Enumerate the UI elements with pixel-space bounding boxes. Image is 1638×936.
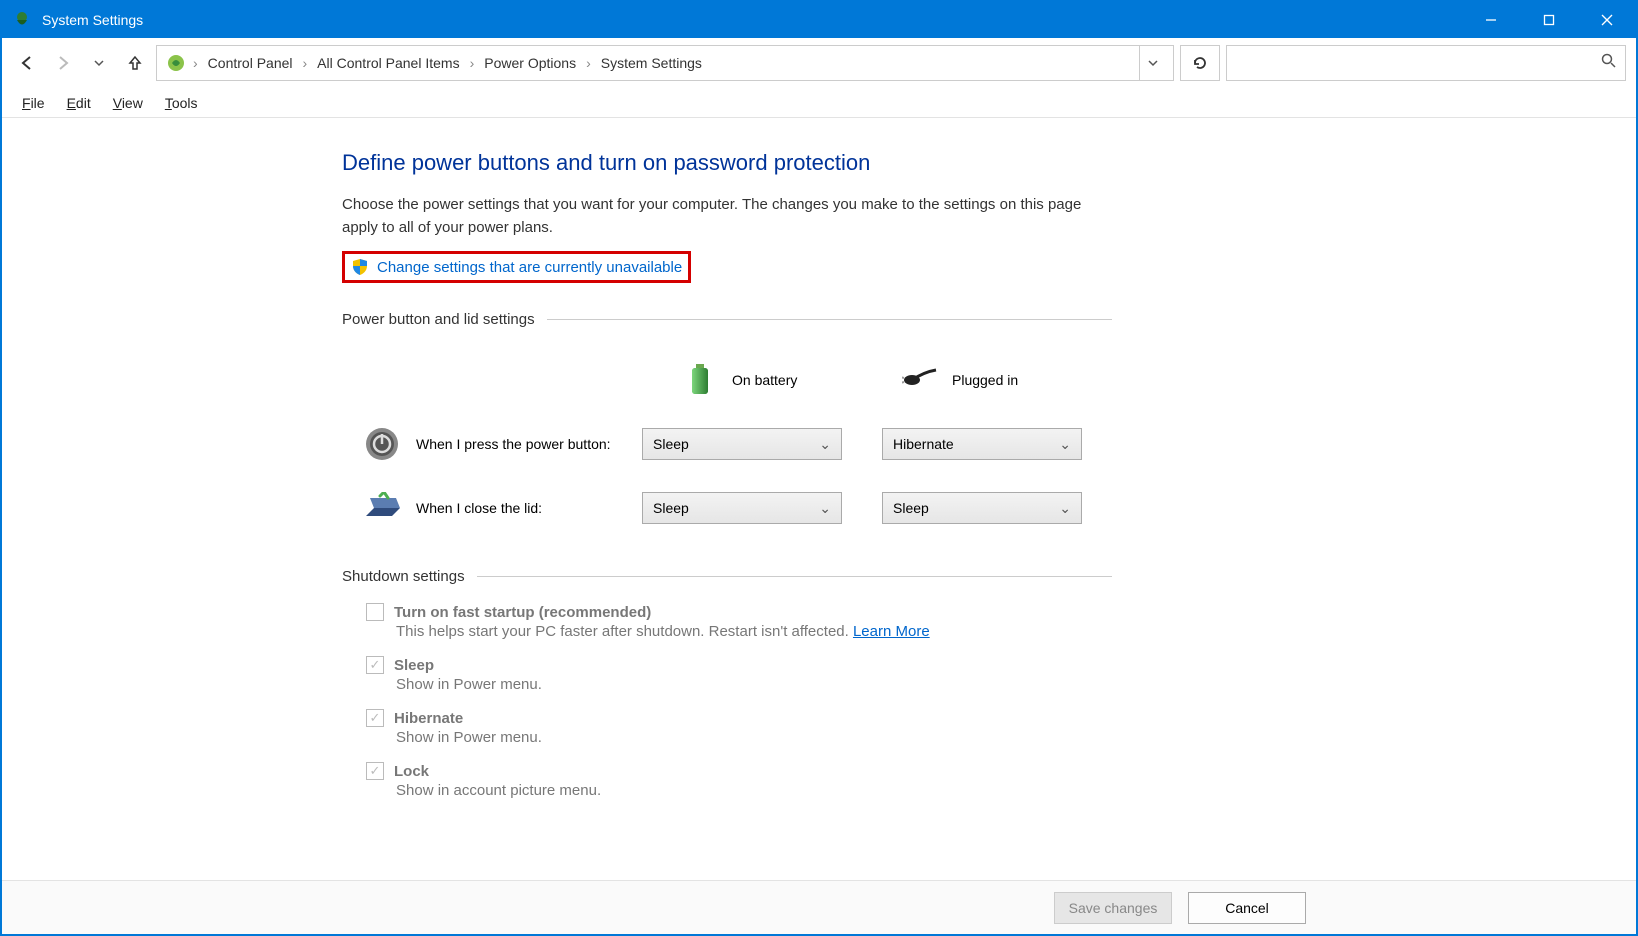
section-power-lid: Power button and lid settings [342, 311, 1112, 328]
menu-bar: File Edit View Tools [2, 88, 1636, 118]
search-icon [1601, 53, 1617, 72]
breadcrumb-item[interactable]: Control Panel [204, 51, 297, 75]
dropdown-value: Sleep [653, 436, 689, 452]
menu-view[interactable]: View [103, 91, 153, 115]
app-icon [12, 10, 32, 30]
menu-edit[interactable]: Edit [57, 91, 101, 115]
page-description: Choose the power settings that you want … [342, 194, 1112, 239]
sleep-checkbox[interactable] [366, 656, 384, 674]
menu-file[interactable]: File [12, 91, 55, 115]
change-settings-link[interactable]: Change settings that are currently unava… [377, 259, 682, 276]
menu-tools[interactable]: Tools [155, 91, 208, 115]
power-button-row-label: When I press the power button: [416, 436, 611, 452]
lock-sub: Show in account picture menu. [396, 782, 1112, 799]
plug-icon [902, 362, 938, 398]
chevron-down-icon: ⌄ [1059, 500, 1071, 517]
fast-startup-sub: This helps start your PC faster after sh… [396, 623, 1112, 640]
lid-battery-dropdown[interactable]: Sleep ⌄ [642, 492, 842, 524]
uac-link-highlight: Change settings that are currently unava… [342, 251, 691, 283]
breadcrumb-item[interactable]: Power Options [480, 51, 580, 75]
breadcrumb-item[interactable]: System Settings [597, 51, 706, 75]
chevron-down-icon: ⌄ [1059, 436, 1071, 453]
power-button-plugged-dropdown[interactable]: Hibernate ⌄ [882, 428, 1082, 460]
location-icon [165, 52, 187, 74]
footer: Save changes Cancel [2, 880, 1636, 934]
back-button[interactable] [12, 48, 42, 78]
content-area: Define power buttons and turn on passwor… [2, 120, 1636, 880]
hibernate-checkbox[interactable] [366, 709, 384, 727]
battery-icon [682, 362, 718, 398]
breadcrumb-item[interactable]: All Control Panel Items [313, 51, 463, 75]
power-button-icon [362, 424, 402, 464]
power-button-battery-dropdown[interactable]: Sleep ⌄ [642, 428, 842, 460]
hibernate-sub: Show in Power menu. [396, 729, 1112, 746]
sleep-label: Sleep [394, 657, 434, 674]
chevron-down-icon: ⌄ [819, 500, 831, 517]
search-input[interactable] [1226, 45, 1626, 81]
lock-label: Lock [394, 763, 429, 780]
lid-plugged-dropdown[interactable]: Sleep ⌄ [882, 492, 1082, 524]
nav-row: › Control Panel › All Control Panel Item… [2, 38, 1636, 88]
address-dropdown-button[interactable] [1139, 45, 1165, 81]
close-button[interactable] [1578, 2, 1636, 38]
hibernate-label: Hibernate [394, 710, 463, 727]
lock-checkbox[interactable] [366, 762, 384, 780]
maximize-button[interactable] [1520, 2, 1578, 38]
section-power-lid-label: Power button and lid settings [342, 311, 535, 328]
refresh-button[interactable] [1180, 45, 1220, 81]
column-plugged-label: Plugged in [952, 372, 1018, 388]
chevron-down-icon: ⌄ [819, 436, 831, 453]
section-shutdown: Shutdown settings [342, 568, 1112, 585]
dropdown-value: Hibernate [893, 436, 954, 452]
title-bar: System Settings [2, 2, 1636, 38]
dropdown-value: Sleep [653, 500, 689, 516]
sleep-sub: Show in Power menu. [396, 676, 1112, 693]
column-battery-label: On battery [732, 372, 797, 388]
section-shutdown-label: Shutdown settings [342, 568, 465, 585]
minimize-button[interactable] [1462, 2, 1520, 38]
window-title: System Settings [42, 12, 143, 28]
cancel-button[interactable]: Cancel [1188, 892, 1306, 924]
up-button[interactable] [120, 48, 150, 78]
lid-row-label: When I close the lid: [416, 500, 542, 516]
forward-button[interactable] [48, 48, 78, 78]
recent-dropdown-button[interactable] [84, 48, 114, 78]
page-title: Define power buttons and turn on passwor… [342, 150, 1112, 176]
fast-startup-checkbox[interactable] [366, 603, 384, 621]
dropdown-value: Sleep [893, 500, 929, 516]
learn-more-link[interactable]: Learn More [853, 623, 930, 640]
shield-icon [351, 258, 369, 276]
fast-startup-label: Turn on fast startup (recommended) [394, 604, 651, 621]
save-changes-button[interactable]: Save changes [1054, 892, 1172, 924]
lid-icon [362, 488, 402, 528]
address-bar[interactable]: › Control Panel › All Control Panel Item… [156, 45, 1174, 81]
